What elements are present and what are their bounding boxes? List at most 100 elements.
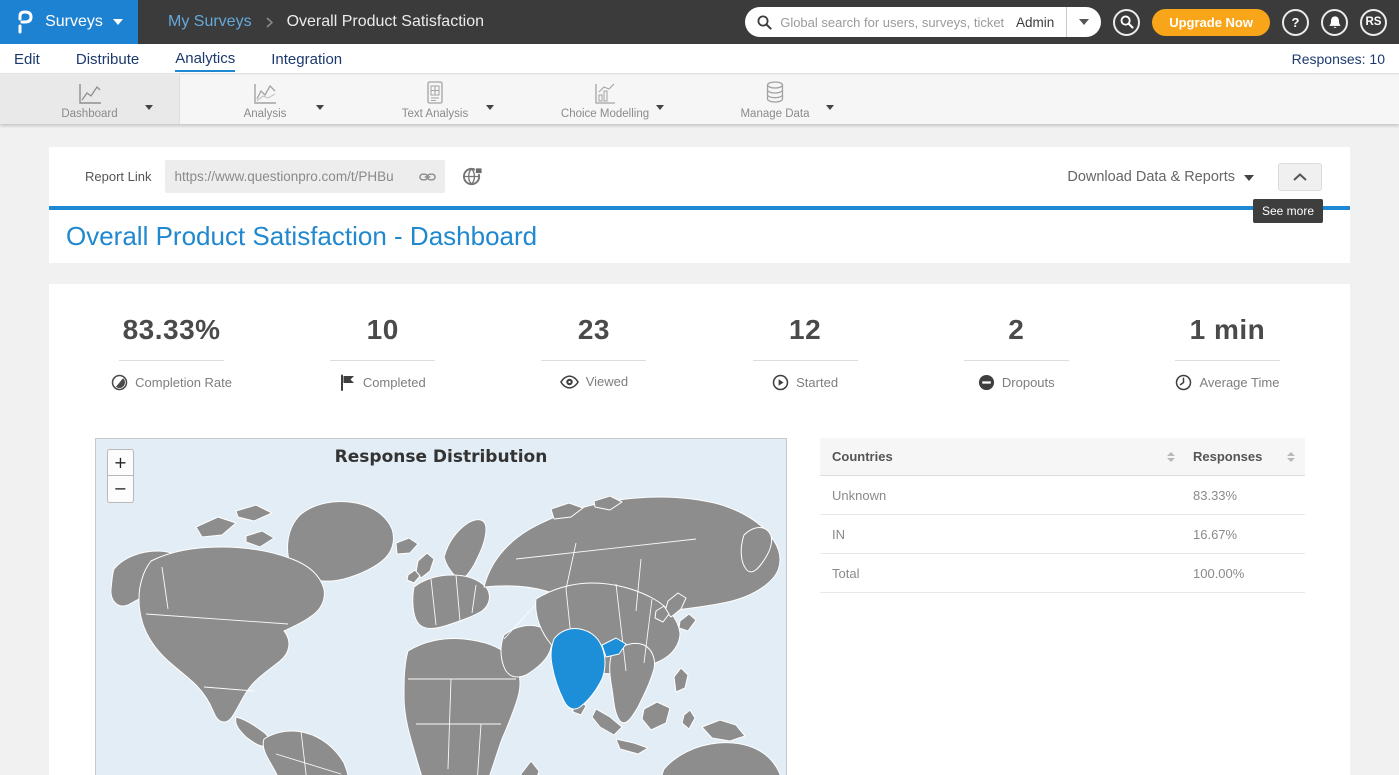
divider (119, 360, 224, 361)
eye-icon (560, 375, 579, 389)
stats-row: 83.33% Completion Rate 10 Completed (66, 284, 1333, 391)
tab-label: Analysis (244, 108, 287, 120)
report-link-bar: Report Link https://www.questionpro.com/… (49, 147, 1350, 210)
chevron-down-icon (1079, 19, 1089, 25)
search-submit-button[interactable] (1113, 9, 1140, 36)
nav-item-edit[interactable]: Edit (14, 47, 40, 71)
tab-label: Manage Data (740, 108, 809, 120)
nav-item-integration[interactable]: Integration (271, 47, 342, 71)
line-chart-icon (252, 80, 278, 106)
country-name: IN (832, 527, 1175, 542)
stat-value: 12 (789, 314, 821, 346)
link-privacy-button[interactable] (462, 166, 483, 187)
map-country-india (551, 628, 605, 709)
play-circle-icon (772, 374, 789, 391)
table-row: Total 100.00% (820, 554, 1305, 593)
sort-countries-icon[interactable] (1167, 452, 1175, 462)
model-chart-icon (592, 80, 618, 106)
country-responses: 83.33% (1175, 488, 1295, 503)
chevron-down-icon (113, 19, 123, 25)
tab-analysis-dropdown[interactable] (316, 97, 324, 115)
flag-icon (340, 374, 356, 391)
breadcrumb-my-surveys[interactable]: My Surveys (168, 13, 252, 31)
search-scope-label[interactable]: Admin (1004, 15, 1066, 30)
stat-label-text: Started (796, 375, 838, 390)
tab-label: Text Analysis (402, 108, 468, 120)
stat-value: 2 (1008, 314, 1024, 346)
country-responses: 16.67% (1175, 527, 1295, 542)
breadcrumb-separator-icon (266, 17, 273, 28)
avatar-initials: RS (1366, 16, 1382, 28)
stat-completion-rate: 83.33% Completion Rate (66, 314, 277, 391)
dashboard-panel: 83.33% Completion Rate 10 Completed (49, 284, 1350, 775)
download-dropdown-caret[interactable] (1244, 168, 1254, 186)
country-name: Unknown (832, 488, 1175, 503)
sort-responses-icon[interactable] (1287, 452, 1295, 462)
tab-dashboard[interactable]: Dashboard (0, 75, 180, 124)
map-zoom-controls: + − (107, 449, 134, 503)
world-map-svg (96, 439, 787, 775)
text-document-icon (425, 80, 445, 106)
stat-value: 83.33% (123, 314, 221, 346)
chevron-down-icon (656, 105, 664, 110)
chevron-down-icon (826, 105, 834, 110)
questionpro-logo-icon (15, 9, 35, 35)
countries-table-header: Countries Responses (820, 438, 1305, 476)
stat-value: 23 (578, 314, 610, 346)
tab-text-analysis[interactable]: Text Analysis (350, 75, 520, 124)
report-link-url[interactable]: https://www.questionpro.com/t/PHBu (174, 169, 419, 184)
stat-viewed: 23 Viewed (488, 314, 699, 391)
section-nav: Edit Distribute Analytics Integration Re… (0, 44, 1399, 74)
clock-icon (1175, 374, 1192, 391)
tab-manage-data-dropdown[interactable] (826, 97, 834, 115)
help-button[interactable]: ? (1282, 9, 1309, 36)
column-header-responses[interactable]: Responses (1193, 449, 1262, 464)
global-search-input[interactable] (780, 15, 1004, 30)
stat-label-text: Average Time (1199, 375, 1279, 390)
tab-dashboard-dropdown[interactable] (145, 97, 153, 115)
tab-text-analysis-dropdown[interactable] (486, 97, 494, 115)
divider (1175, 360, 1280, 361)
map-title: Response Distribution (96, 447, 786, 467)
responses-count: Responses: 10 (1292, 51, 1385, 67)
stat-value: 1 min (1190, 314, 1266, 346)
stat-label-text: Completed (363, 375, 426, 390)
notifications-button[interactable] (1321, 9, 1348, 36)
global-search-bar: Admin (745, 7, 1101, 37)
tab-analysis[interactable]: Analysis (180, 75, 350, 124)
map-zoom-in-button[interactable]: + (107, 449, 134, 476)
chevron-down-icon (1244, 175, 1254, 181)
tab-label: Dashboard (61, 108, 117, 120)
completion-rate-icon (111, 374, 128, 391)
tab-choice-modelling-dropdown[interactable] (656, 97, 664, 115)
search-icon (1120, 15, 1134, 29)
stat-average-time: 1 min Average Time (1122, 314, 1333, 391)
upgrade-now-button[interactable]: Upgrade Now (1152, 9, 1270, 36)
chevron-down-icon (145, 105, 153, 110)
stat-label-text: Dropouts (1002, 375, 1055, 390)
stat-dropouts: 2 Dropouts (911, 314, 1122, 391)
line-chart-icon (77, 80, 103, 106)
stat-started: 12 Started (700, 314, 911, 391)
divider (541, 360, 646, 361)
download-data-reports-menu[interactable]: Download Data & Reports (1067, 169, 1235, 185)
response-distribution-map[interactable]: Response Distribution + − (95, 438, 787, 775)
tab-manage-data[interactable]: Manage Data (690, 75, 860, 124)
search-icon (757, 15, 772, 30)
nav-item-analytics[interactable]: Analytics (175, 46, 235, 72)
nav-item-distribute[interactable]: Distribute (76, 47, 139, 71)
see-more-tooltip: See more (1253, 199, 1323, 223)
surveys-menu-button[interactable]: Surveys (0, 0, 138, 44)
column-header-countries[interactable]: Countries (832, 449, 893, 464)
table-row: IN 16.67% (820, 515, 1305, 554)
collapse-toolbar-button[interactable] (1278, 163, 1322, 191)
country-name: Total (832, 566, 1175, 581)
search-scope-dropdown[interactable] (1067, 7, 1101, 37)
divider (964, 360, 1069, 361)
avatar[interactable]: RS (1360, 9, 1387, 36)
map-zoom-out-button[interactable]: − (107, 476, 134, 503)
link-icon[interactable] (419, 171, 436, 183)
tab-choice-modelling[interactable]: Choice Modelling (520, 75, 690, 124)
chevron-down-icon (316, 105, 324, 110)
chevron-down-icon (486, 105, 494, 110)
